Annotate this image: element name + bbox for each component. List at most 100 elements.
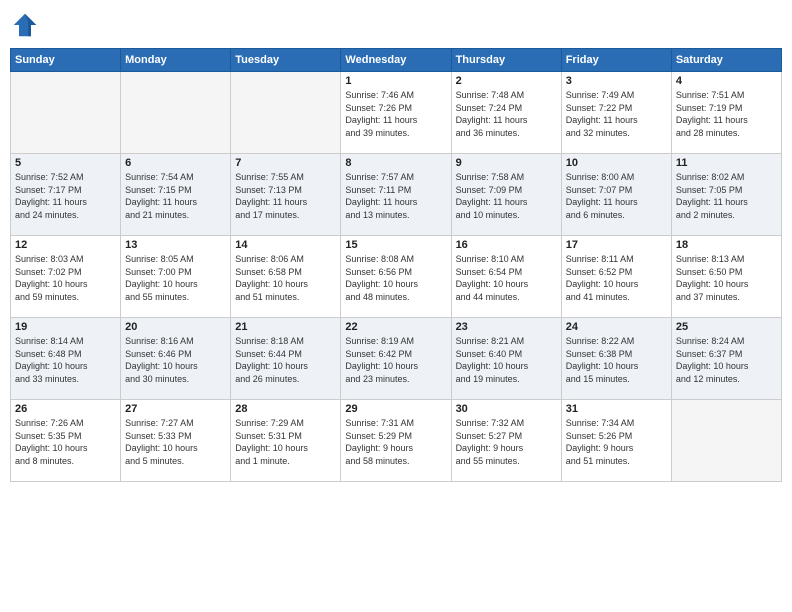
calendar-table: SundayMondayTuesdayWednesdayThursdayFrid… (10, 48, 782, 482)
day-info: Sunrise: 7:51 AMSunset: 7:19 PMDaylight:… (676, 89, 777, 139)
calendar-cell: 13 Sunrise: 8:05 AMSunset: 7:00 PMDayligh… (121, 236, 231, 318)
day-info: Sunrise: 8:11 AMSunset: 6:52 PMDaylight:… (566, 253, 667, 303)
day-number: 8 (345, 157, 446, 169)
calendar-cell: 11 Sunrise: 8:02 AMSunset: 7:05 PMDayligh… (671, 154, 781, 236)
calendar-cell (671, 400, 781, 482)
day-info: Sunrise: 8:24 AMSunset: 6:37 PMDaylight:… (676, 335, 777, 385)
header (10, 10, 782, 40)
day-info: Sunrise: 7:27 AMSunset: 5:33 PMDaylight:… (125, 417, 226, 467)
day-info: Sunrise: 7:48 AMSunset: 7:24 PMDaylight:… (456, 89, 557, 139)
day-info: Sunrise: 8:21 AMSunset: 6:40 PMDaylight:… (456, 335, 557, 385)
calendar-cell (121, 72, 231, 154)
calendar-cell: 20Sunrise: 8:16 AMSunset: 6:46 PMDayligh… (121, 318, 231, 400)
day-number: 7 (235, 157, 336, 169)
day-number: 27 (125, 403, 226, 415)
logo (10, 10, 42, 40)
calendar-cell: 1 Sunrise: 7:46 AMSunset: 7:26 PMDaylight… (341, 72, 451, 154)
day-number: 14 (235, 239, 336, 251)
calendar-cell: 3 Sunrise: 7:49 AMSunset: 7:22 PMDaylight… (561, 72, 671, 154)
calendar-cell: 12 Sunrise: 8:03 AMSunset: 7:02 PMDayligh… (11, 236, 121, 318)
day-info: Sunrise: 8:22 AMSunset: 6:38 PMDaylight:… (566, 335, 667, 385)
calendar-cell: 2 Sunrise: 7:48 AMSunset: 7:24 PMDaylight… (451, 72, 561, 154)
day-number: 23 (456, 321, 557, 333)
calendar-header-sunday: Sunday (11, 49, 121, 72)
day-number: 30 (456, 403, 557, 415)
day-number: 10 (566, 157, 667, 169)
day-number: 17 (566, 239, 667, 251)
calendar-cell: 25 Sunrise: 8:24 AMSunset: 6:37 PMDayligh… (671, 318, 781, 400)
day-info: Sunrise: 8:02 AMSunset: 7:05 PMDaylight:… (676, 171, 777, 221)
day-info: Sunrise: 8:08 AMSunset: 6:56 PMDaylight:… (345, 253, 446, 303)
day-number: 12 (15, 239, 116, 251)
calendar-cell: 30Sunrise: 7:32 AMSunset: 5:27 PMDayligh… (451, 400, 561, 482)
calendar-cell: 23 Sunrise: 8:21 AMSunset: 6:40 PMDayligh… (451, 318, 561, 400)
logo-icon (10, 10, 40, 40)
day-info: Sunrise: 7:46 AMSunset: 7:26 PMDaylight:… (345, 89, 446, 139)
day-info: Sunrise: 8:05 AMSunset: 7:00 PMDaylight:… (125, 253, 226, 303)
day-info: Sunrise: 8:18 AMSunset: 6:44 PMDaylight:… (235, 335, 336, 385)
day-info: Sunrise: 8:16 AMSunset: 6:46 PMDaylight:… (125, 335, 226, 385)
day-number: 24 (566, 321, 667, 333)
calendar-cell: 10 Sunrise: 8:00 AMSunset: 7:07 PMDayligh… (561, 154, 671, 236)
day-number: 9 (456, 157, 557, 169)
day-number: 2 (456, 75, 557, 87)
calendar-cell: 22Sunrise: 8:19 AMSunset: 6:42 PMDayligh… (341, 318, 451, 400)
calendar-header-friday: Friday (561, 49, 671, 72)
calendar-week-row: 12 Sunrise: 8:03 AMSunset: 7:02 PMDayligh… (11, 236, 782, 318)
day-info: Sunrise: 7:58 AMSunset: 7:09 PMDaylight:… (456, 171, 557, 221)
day-info: Sunrise: 7:26 AMSunset: 5:35 PMDaylight:… (15, 417, 116, 467)
page: SundayMondayTuesdayWednesdayThursdayFrid… (0, 0, 792, 612)
calendar-cell: 15Sunrise: 8:08 AMSunset: 6:56 PMDayligh… (341, 236, 451, 318)
calendar-cell (11, 72, 121, 154)
calendar-cell: 18 Sunrise: 8:13 AMSunset: 6:50 PMDayligh… (671, 236, 781, 318)
day-number: 29 (345, 403, 446, 415)
calendar-cell: 6 Sunrise: 7:54 AMSunset: 7:15 PMDaylight… (121, 154, 231, 236)
calendar-cell: 19Sunrise: 8:14 AMSunset: 6:48 PMDayligh… (11, 318, 121, 400)
calendar-header-row: SundayMondayTuesdayWednesdayThursdayFrid… (11, 49, 782, 72)
calendar-week-row: 26 Sunrise: 7:26 AMSunset: 5:35 PMDayligh… (11, 400, 782, 482)
day-info: Sunrise: 7:55 AMSunset: 7:13 PMDaylight:… (235, 171, 336, 221)
calendar-cell: 28 Sunrise: 7:29 AMSunset: 5:31 PMDayligh… (231, 400, 341, 482)
day-info: Sunrise: 8:19 AMSunset: 6:42 PMDaylight:… (345, 335, 446, 385)
day-number: 25 (676, 321, 777, 333)
day-number: 4 (676, 75, 777, 87)
calendar-cell: 27 Sunrise: 7:27 AMSunset: 5:33 PMDayligh… (121, 400, 231, 482)
day-number: 6 (125, 157, 226, 169)
calendar-cell: 26 Sunrise: 7:26 AMSunset: 5:35 PMDayligh… (11, 400, 121, 482)
day-info: Sunrise: 8:14 AMSunset: 6:48 PMDaylight:… (15, 335, 116, 385)
calendar-cell: 9 Sunrise: 7:58 AMSunset: 7:09 PMDaylight… (451, 154, 561, 236)
day-number: 31 (566, 403, 667, 415)
calendar-cell: 24 Sunrise: 8:22 AMSunset: 6:38 PMDayligh… (561, 318, 671, 400)
day-info: Sunrise: 8:03 AMSunset: 7:02 PMDaylight:… (15, 253, 116, 303)
calendar-cell: 21 Sunrise: 8:18 AMSunset: 6:44 PMDayligh… (231, 318, 341, 400)
day-number: 28 (235, 403, 336, 415)
calendar-cell: 8 Sunrise: 7:57 AMSunset: 7:11 PMDaylight… (341, 154, 451, 236)
day-number: 11 (676, 157, 777, 169)
calendar-cell: 14Sunrise: 8:06 AMSunset: 6:58 PMDayligh… (231, 236, 341, 318)
calendar-header-monday: Monday (121, 49, 231, 72)
day-info: Sunrise: 7:52 AMSunset: 7:17 PMDaylight:… (15, 171, 116, 221)
day-number: 18 (676, 239, 777, 251)
day-info: Sunrise: 8:13 AMSunset: 6:50 PMDaylight:… (676, 253, 777, 303)
day-info: Sunrise: 7:57 AMSunset: 7:11 PMDaylight:… (345, 171, 446, 221)
day-info: Sunrise: 7:49 AMSunset: 7:22 PMDaylight:… (566, 89, 667, 139)
day-number: 5 (15, 157, 116, 169)
calendar-cell: 4 Sunrise: 7:51 AMSunset: 7:19 PMDaylight… (671, 72, 781, 154)
day-number: 3 (566, 75, 667, 87)
calendar-cell (231, 72, 341, 154)
day-info: Sunrise: 8:00 AMSunset: 7:07 PMDaylight:… (566, 171, 667, 221)
calendar-cell: 31 Sunrise: 7:34 AMSunset: 5:26 PMDayligh… (561, 400, 671, 482)
calendar-header-saturday: Saturday (671, 49, 781, 72)
day-number: 21 (235, 321, 336, 333)
calendar-cell: 17 Sunrise: 8:11 AMSunset: 6:52 PMDayligh… (561, 236, 671, 318)
day-number: 26 (15, 403, 116, 415)
day-info: Sunrise: 7:54 AMSunset: 7:15 PMDaylight:… (125, 171, 226, 221)
calendar-cell: 5 Sunrise: 7:52 AMSunset: 7:17 PMDaylight… (11, 154, 121, 236)
day-info: Sunrise: 7:34 AMSunset: 5:26 PMDaylight:… (566, 417, 667, 467)
calendar-week-row: 19Sunrise: 8:14 AMSunset: 6:48 PMDayligh… (11, 318, 782, 400)
day-info: Sunrise: 8:10 AMSunset: 6:54 PMDaylight:… (456, 253, 557, 303)
day-info: Sunrise: 7:29 AMSunset: 5:31 PMDaylight:… (235, 417, 336, 467)
day-number: 13 (125, 239, 226, 251)
calendar-cell: 16Sunrise: 8:10 AMSunset: 6:54 PMDayligh… (451, 236, 561, 318)
day-number: 1 (345, 75, 446, 87)
